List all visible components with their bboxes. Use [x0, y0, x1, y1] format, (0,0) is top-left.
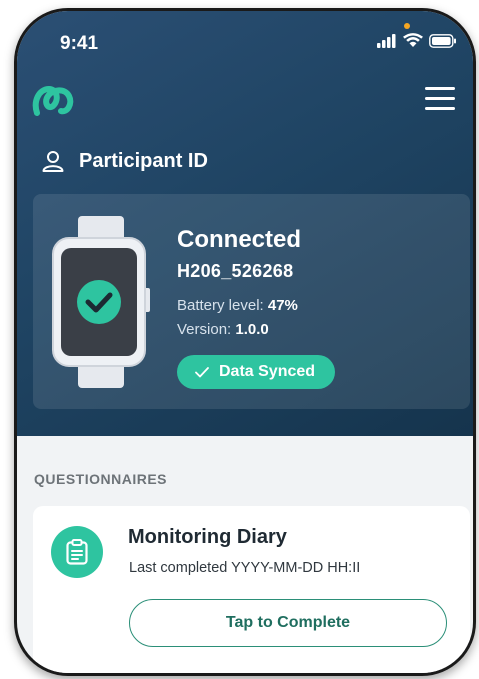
status-icons — [377, 33, 457, 48]
device-id: H206_526268 — [177, 261, 294, 281]
device-status-card: Connected H206_526268 Battery level: 47%… — [33, 194, 470, 409]
status-bar: 9:41 — [17, 11, 473, 61]
phone-frame: 9:41 Participant ID Connected H206_52626… — [14, 8, 476, 676]
app-screen: 9:41 Participant ID Connected H206_52626… — [17, 11, 473, 673]
header-hero: 9:41 Participant ID Connected H206_52626… — [17, 11, 473, 436]
status-time: 9:41 — [60, 33, 99, 54]
sync-label: Data Synced — [219, 363, 316, 380]
questionnaire-card: Monitoring Diary Last completed YYYY-MM-… — [33, 506, 470, 673]
loop-logo-icon[interactable] — [31, 83, 77, 117]
battery-level-label: Battery level: — [177, 297, 268, 314]
battery-level: Battery level: 47% — [177, 297, 298, 314]
camera-indicator-icon — [404, 23, 410, 29]
questionnaire-last-completed: Last completed YYYY-MM-DD HH:II — [129, 560, 361, 576]
user-icon — [42, 151, 64, 172]
clipboard-icon — [51, 526, 103, 578]
battery-level-value: 47% — [267, 297, 298, 314]
hamburger-menu-icon[interactable] — [425, 87, 455, 111]
data-synced-badge: Data Synced — [177, 355, 336, 389]
connection-status: Connected — [177, 226, 302, 253]
wifi-icon — [403, 33, 423, 47]
check-icon — [195, 366, 209, 377]
tap-to-complete-button[interactable]: Tap to Complete — [129, 599, 447, 647]
questionnaire-title: Monitoring Diary — [128, 526, 287, 548]
smartwatch-icon — [52, 216, 150, 388]
participant-id-label: Participant ID — [79, 149, 208, 172]
battery-icon — [429, 33, 456, 48]
version-label: Version: — [177, 321, 236, 338]
participant-row: Participant ID — [41, 149, 208, 173]
signal-icon — [377, 33, 396, 48]
firmware-version: Version: 1.0.0 — [177, 321, 269, 338]
version-value: 1.0.0 — [235, 321, 269, 338]
questionnaires-section-title: QUESTIONNAIRES — [34, 471, 168, 487]
